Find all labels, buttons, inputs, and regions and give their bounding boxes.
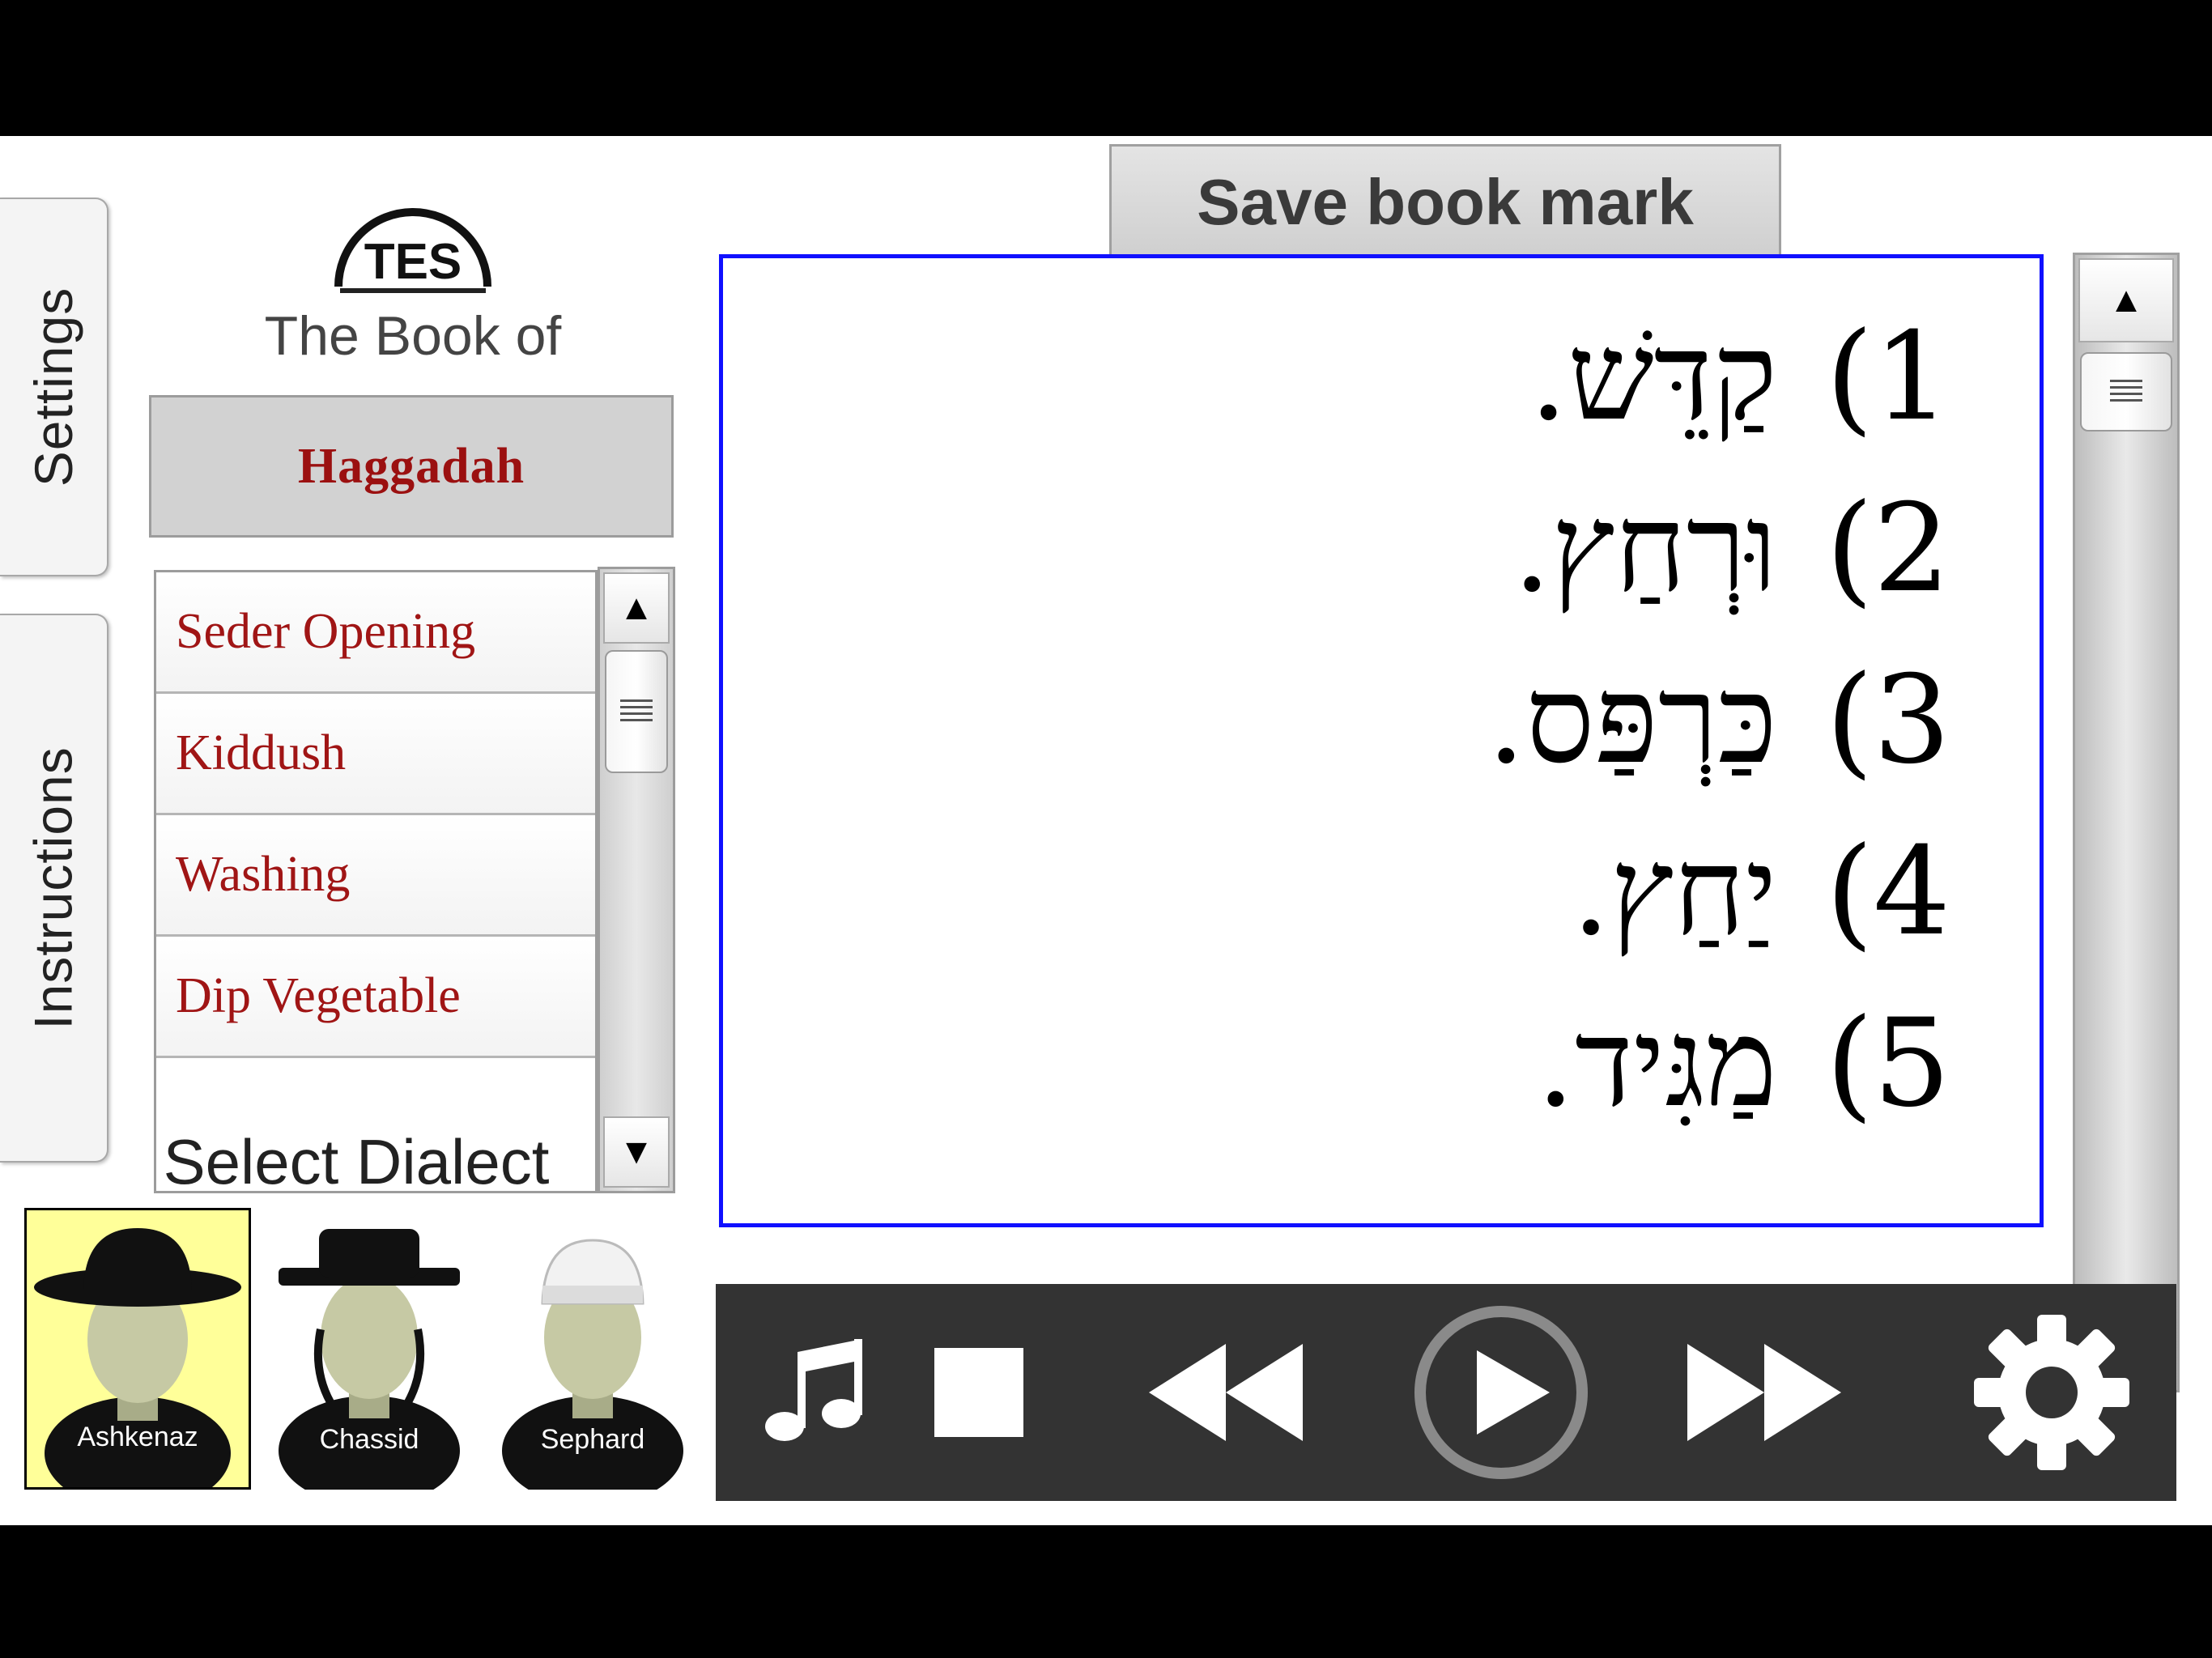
stop-button[interactable]: [910, 1284, 1048, 1501]
list-item[interactable]: Kiddush: [156, 694, 595, 815]
line-number: (2: [1826, 478, 1950, 619]
triangle-up-icon: ▲: [619, 588, 654, 627]
line-number: (4: [1826, 822, 1950, 963]
text-line: וּרְחַץ. (2: [1512, 478, 1950, 619]
dialect-label-sephard: Sephard: [540, 1424, 645, 1455]
book-title-text: Haggadah: [297, 438, 525, 494]
hebrew-text: קַדֵּשׁ.: [1529, 307, 1778, 448]
list-item[interactable]: Washing: [156, 815, 595, 937]
grip-icon: [2110, 380, 2142, 404]
music-button[interactable]: [748, 1284, 878, 1501]
scroll-thumb[interactable]: [605, 650, 668, 773]
list-item[interactable]: Seder Opening: [156, 572, 595, 694]
list-item[interactable]: Dip Vegetable: [156, 937, 595, 1058]
hebrew-text: יַחַץ.: [1572, 822, 1778, 963]
scroll-up-button[interactable]: ▲: [2078, 258, 2174, 342]
scroll-up-button[interactable]: ▲: [603, 572, 670, 644]
media-control-bar: [716, 1284, 2176, 1501]
tab-settings[interactable]: Settings: [0, 198, 108, 576]
triangle-down-icon: ▼: [619, 1132, 654, 1171]
text-line: מַגִּיד. (5: [1536, 993, 1950, 1134]
play-button[interactable]: [1404, 1284, 1598, 1501]
scroll-thumb[interactable]: [2080, 352, 2172, 432]
gear-icon: [1974, 1315, 2129, 1470]
hebrew-text: כַּרְפַּס.: [1487, 650, 1778, 791]
text-scrollbar[interactable]: ▲ ▼: [2073, 253, 2180, 1392]
rewind-icon: [1149, 1344, 1303, 1441]
tab-instructions[interactable]: Instructions: [0, 614, 108, 1163]
settings-gear-button[interactable]: [1955, 1284, 2149, 1501]
dialect-sephard-button[interactable]: Sephard: [479, 1208, 706, 1490]
hebrew-text: וּרְחַץ.: [1512, 478, 1778, 619]
line-number: (1: [1826, 307, 1950, 448]
triangle-up-icon: ▲: [2108, 280, 2144, 320]
text-line: כַּרְפַּס. (3: [1487, 650, 1950, 791]
rewind-button[interactable]: [1137, 1284, 1315, 1501]
line-number: (3: [1826, 650, 1950, 791]
hebrew-text: מַגִּיד.: [1536, 993, 1778, 1134]
dialect-label-ashkenaz: Ashkenaz: [77, 1422, 198, 1452]
text-line: קַדֵּשׁ. (1: [1529, 307, 1950, 448]
stop-icon: [934, 1348, 1023, 1437]
fast-forward-icon: [1687, 1344, 1841, 1441]
grip-icon: [620, 699, 653, 724]
section-list-scrollbar[interactable]: ▲ ▼: [598, 567, 675, 1193]
tab-settings-label: Settings: [23, 287, 84, 487]
app-window: Settings Instructions TES The Book of Ha…: [0, 136, 2212, 1525]
section-list: Seder Opening Kiddush Washing Dip Vegeta…: [154, 570, 598, 1193]
book-title: Haggadah: [149, 395, 674, 538]
save-bookmark-button[interactable]: Save book mark: [1109, 144, 1781, 257]
text-panel: קַדֵּשׁ. (1 וּרְחַץ. (2 כַּרְפַּס. (3 יַ…: [719, 254, 2044, 1227]
fast-forward-button[interactable]: [1671, 1284, 1857, 1501]
line-number: (5: [1826, 993, 1950, 1134]
play-icon: [1414, 1306, 1588, 1479]
book-of-label: The Book of: [264, 305, 562, 367]
tes-logo: TES: [324, 198, 502, 303]
dialect-chassid-button[interactable]: Chassid: [256, 1208, 483, 1490]
select-dialect-label: Select Dialect: [163, 1126, 550, 1197]
logo-text: TES: [364, 234, 462, 290]
dialect-ashkenaz-button[interactable]: Ashkenaz: [24, 1208, 251, 1490]
tab-instructions-label: Instructions: [23, 746, 84, 1030]
music-icon: [765, 1339, 862, 1441]
text-line: יַחַץ. (4: [1572, 822, 1950, 963]
scroll-down-button[interactable]: ▼: [603, 1116, 670, 1188]
dialect-label-chassid: Chassid: [319, 1424, 419, 1455]
